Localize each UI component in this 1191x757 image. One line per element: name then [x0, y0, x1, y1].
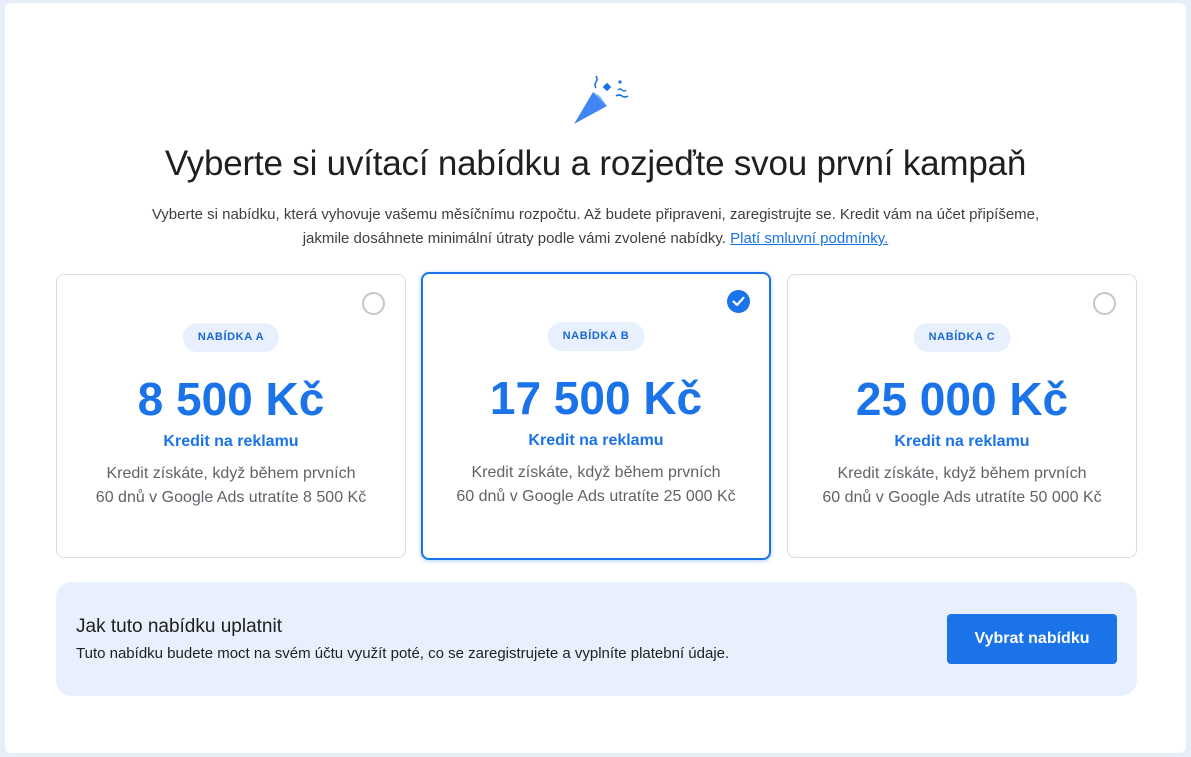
offer-description-line-2: 60 dnů v Google Ads utratíte 50 000 Kč	[822, 489, 1102, 506]
subtitle-line-2: jakmile dosáhnete minimální útraty podle…	[80, 227, 1111, 251]
offer-card-b[interactable]: NABÍDKA B 17 500 Kč Kredit na reklamu Kr…	[421, 272, 771, 560]
offer-card-a[interactable]: NABÍDKA A 8 500 Kč Kredit na reklamu Kre…	[56, 274, 406, 558]
offer-description-line-2: 60 dnů v Google Ads utratíte 8 500 Kč	[95, 489, 367, 506]
offer-description-line-2: 60 dnů v Google Ads utratíte 25 000 Kč	[456, 488, 736, 505]
offer-a-radio[interactable]	[362, 292, 385, 315]
offer-badge: NABÍDKA C	[913, 323, 1011, 352]
terms-link[interactable]: Platí smluvní podmínky.	[730, 230, 888, 247]
offer-description-line-1: Kredit získáte, když během prvních	[471, 464, 721, 481]
info-title: Jak tuto nabídku uplatnit	[76, 616, 282, 637]
party-popper-icon	[574, 75, 629, 124]
offer-b-radio[interactable]	[727, 290, 750, 313]
offer-badge: NABÍDKA B	[547, 322, 645, 351]
offer-credit-label: Kredit na reklamu	[894, 433, 1030, 450]
redeem-info-banner: Jak tuto nabídku uplatnit Tuto nabídku b…	[56, 582, 1137, 696]
offer-description: Kredit získáte, když během prvních 60 dn…	[443, 461, 749, 509]
page-title: Vyberte si uvítací nabídku a rozjeďte sv…	[164, 144, 1027, 183]
offer-card-c[interactable]: NABÍDKA C 25 000 Kč Kredit na reklamu Kr…	[787, 274, 1137, 558]
offer-description: Kredit získáte, když během prvních 60 dn…	[808, 462, 1116, 510]
offer-amount: 25 000 Kč	[855, 373, 1069, 425]
subtitle-line-1: Vyberte si nabídku, která vyhovuje vašem…	[151, 206, 1040, 223]
offer-badge: NABÍDKA A	[182, 323, 280, 352]
offer-credit-label: Kredit na reklamu	[163, 433, 299, 450]
offer-c-radio[interactable]	[1093, 292, 1116, 315]
offer-amount: 8 500 Kč	[137, 373, 325, 425]
select-offer-button[interactable]: Vybrat nabídku	[947, 614, 1117, 664]
offer-credit-label: Kredit na reklamu	[528, 432, 664, 449]
page-subtitle: Vyberte si nabídku, která vyhovuje vašem…	[80, 203, 1111, 251]
subtitle-line-2-text: jakmile dosáhnete minimální útraty podle…	[302, 230, 726, 247]
offer-description-line-1: Kredit získáte, když během prvních	[837, 465, 1087, 482]
offer-description: Kredit získáte, když během prvních 60 dn…	[77, 462, 385, 510]
offer-description-line-1: Kredit získáte, když během prvních	[106, 465, 356, 482]
check-icon	[732, 296, 745, 307]
offer-amount: 17 500 Kč	[489, 372, 703, 424]
info-text: Tuto nabídku budete moct na svém účtu vy…	[76, 645, 730, 662]
